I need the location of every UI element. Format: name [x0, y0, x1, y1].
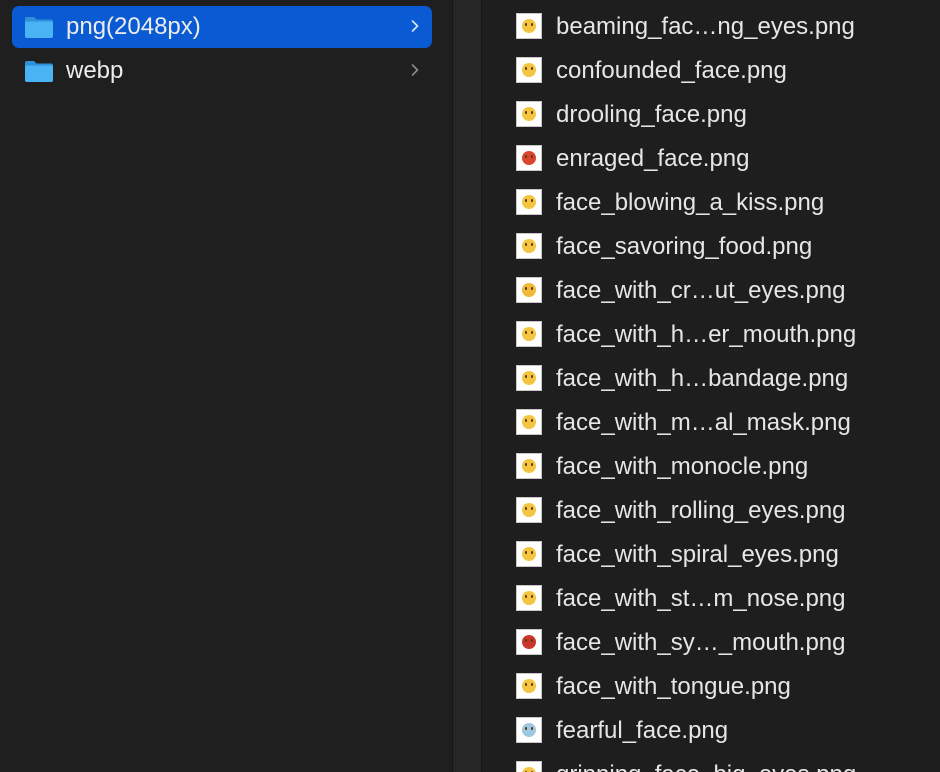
- empty-column: [453, 0, 481, 772]
- file-item[interactable]: face_with_spiral_eyes.png: [482, 533, 940, 577]
- emoji-face-icon: [522, 767, 536, 772]
- emoji-face-icon: [522, 679, 536, 693]
- file-item[interactable]: face_with_h…er_mouth.png: [482, 313, 940, 357]
- monocle-face-thumbnail-icon: [516, 453, 542, 479]
- file-name: face_with_sy…_mouth.png: [556, 629, 846, 656]
- emoji-face-icon: [522, 151, 536, 165]
- emoji-face-icon: [522, 591, 536, 605]
- emoji-face-icon: [522, 723, 536, 737]
- file-name: beaming_fac…ng_eyes.png: [556, 13, 855, 40]
- steam-nose-face-thumbnail-icon: [516, 585, 542, 611]
- file-item[interactable]: face_with_rolling_eyes.png: [482, 489, 940, 533]
- file-item[interactable]: face_with_h…bandage.png: [482, 357, 940, 401]
- file-name: face_savoring_food.png: [556, 233, 813, 260]
- file-item[interactable]: fearful_face.png: [482, 709, 940, 753]
- rolling-eyes-face-thumbnail-icon: [516, 497, 542, 523]
- drooling-face-thumbnail-icon: [516, 101, 542, 127]
- file-item[interactable]: face_savoring_food.png: [482, 225, 940, 269]
- beaming-face-thumbnail-icon: [516, 13, 542, 39]
- file-name: face_with_tongue.png: [556, 673, 791, 700]
- file-name: face_with_rolling_eyes.png: [556, 497, 846, 524]
- tongue-face-thumbnail-icon: [516, 673, 542, 699]
- emoji-face-icon: [522, 239, 536, 253]
- kiss-face-thumbnail-icon: [516, 189, 542, 215]
- medical-mask-face-thumbnail-icon: [516, 409, 542, 435]
- symbols-mouth-face-thumbnail-icon: [516, 629, 542, 655]
- folder-item-png-2048px[interactable]: png(2048px): [12, 6, 432, 48]
- file-name: grinning_face_big_eyes.png: [556, 762, 856, 772]
- savoring-face-thumbnail-icon: [516, 233, 542, 259]
- grinning-face-thumbnail-icon: [516, 761, 542, 772]
- chevron-right-icon: [411, 64, 419, 76]
- emoji-face-icon: [522, 107, 536, 121]
- spiral-eyes-face-thumbnail-icon: [516, 541, 542, 567]
- file-name: confounded_face.png: [556, 57, 787, 84]
- finder-window: png(2048px) webp beaming_fac…ng_eyes.png…: [0, 0, 940, 772]
- chevron-right-icon: [411, 20, 419, 32]
- emoji-face-icon: [522, 635, 536, 649]
- file-item[interactable]: face_with_monocle.png: [482, 445, 940, 489]
- emoji-face-icon: [522, 415, 536, 429]
- file-item[interactable]: drooling_face.png: [482, 93, 940, 137]
- confounded-face-thumbnail-icon: [516, 57, 542, 83]
- file-name: fearful_face.png: [556, 717, 729, 744]
- emoji-face-icon: [522, 503, 536, 517]
- emoji-face-icon: [522, 19, 536, 33]
- file-name: face_with_cr…ut_eyes.png: [556, 277, 846, 304]
- folder-icon: [25, 17, 53, 38]
- file-item[interactable]: face_with_cr…ut_eyes.png: [482, 269, 940, 313]
- hand-over-mouth-face-thumbnail-icon: [516, 321, 542, 347]
- file-name: face_blowing_a_kiss.png: [556, 189, 825, 216]
- file-item[interactable]: face_with_st…m_nose.png: [482, 577, 940, 621]
- crossed-eyes-face-thumbnail-icon: [516, 277, 542, 303]
- emoji-face-icon: [522, 63, 536, 77]
- emoji-face-icon: [522, 547, 536, 561]
- file-name: face_with_st…m_nose.png: [556, 585, 846, 612]
- file-item[interactable]: grinning_face_big_eyes.png: [482, 753, 940, 772]
- file-item[interactable]: face_with_m…al_mask.png: [482, 401, 940, 445]
- folder-label: webp: [66, 57, 124, 84]
- emoji-face-icon: [522, 195, 536, 209]
- file-name: face_with_spiral_eyes.png: [556, 541, 839, 568]
- file-item[interactable]: face_with_tongue.png: [482, 665, 940, 709]
- file-item[interactable]: face_blowing_a_kiss.png: [482, 181, 940, 225]
- file-item[interactable]: confounded_face.png: [482, 49, 940, 93]
- emoji-face-icon: [522, 283, 536, 297]
- emoji-face-icon: [522, 459, 536, 473]
- file-name: face_with_h…er_mouth.png: [556, 321, 857, 348]
- enraged-face-thumbnail-icon: [516, 145, 542, 171]
- fearful-face-thumbnail-icon: [516, 717, 542, 743]
- folder-label: png(2048px): [66, 13, 201, 40]
- folder-item-webp[interactable]: webp: [12, 50, 432, 92]
- folder-icon: [25, 61, 53, 82]
- file-name: drooling_face.png: [556, 101, 747, 128]
- file-name: enraged_face.png: [556, 145, 750, 172]
- file-name: face_with_h…bandage.png: [556, 365, 849, 392]
- folder-column: png(2048px) webp: [0, 0, 452, 772]
- file-item[interactable]: face_with_sy…_mouth.png: [482, 621, 940, 665]
- emoji-face-icon: [522, 327, 536, 341]
- head-bandage-face-thumbnail-icon: [516, 365, 542, 391]
- emoji-face-icon: [522, 371, 536, 385]
- file-name: face_with_monocle.png: [556, 453, 809, 480]
- file-item[interactable]: enraged_face.png: [482, 137, 940, 181]
- file-name: face_with_m…al_mask.png: [556, 409, 851, 436]
- file-item[interactable]: beaming_fac…ng_eyes.png: [482, 5, 940, 49]
- file-list-column: beaming_fac…ng_eyes.png confounded_face.p…: [482, 0, 940, 772]
